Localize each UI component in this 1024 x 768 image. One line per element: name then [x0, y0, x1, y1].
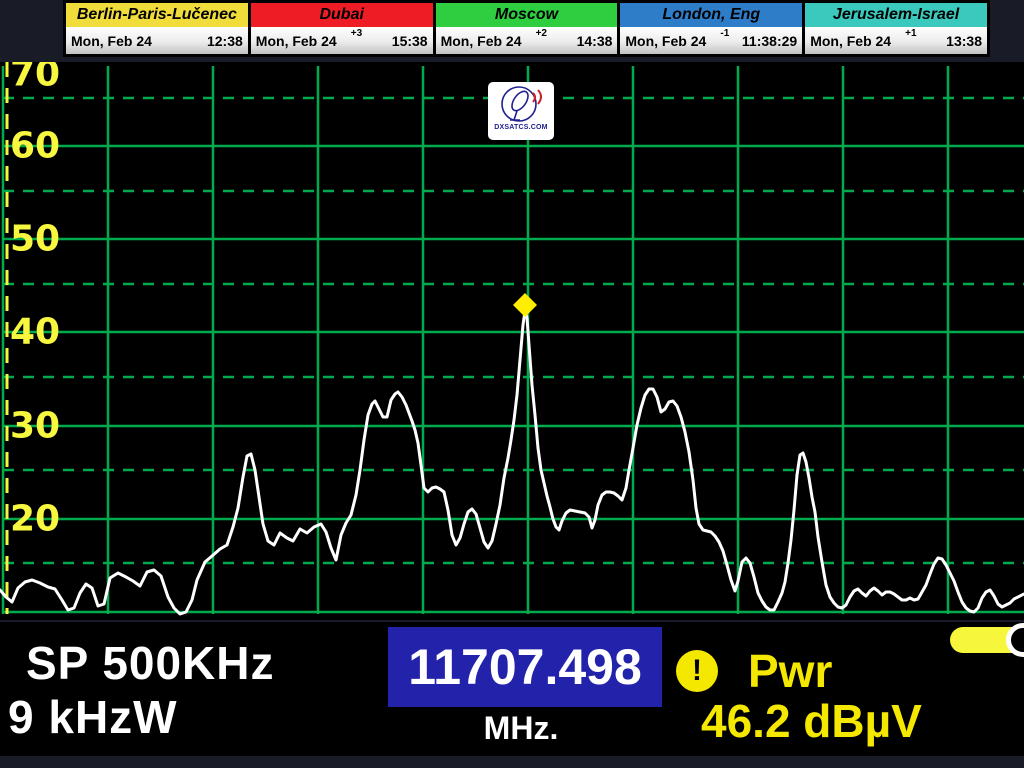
city-name: Moscow	[436, 3, 618, 27]
logo-text: DXSATCS.COM	[494, 124, 547, 132]
spectrum-display: 70 60 50 40 30 20 DXSATCS.COM	[0, 62, 1024, 620]
rbw-setting-label: 9 kHzW	[8, 690, 178, 744]
world-clock-bar: Berlin-Paris-Lučenec Mon, Feb 24 12:38 D…	[63, 0, 990, 57]
frequency-unit-label: MHz.	[426, 710, 616, 747]
city-date: Mon, Feb 24	[71, 33, 152, 49]
frequency-readout: 11707.498	[388, 627, 662, 707]
city-utc-offset: +1	[905, 28, 916, 39]
city-time: 13:38	[946, 33, 982, 49]
clock-city-berlin: Berlin-Paris-Lučenec Mon, Feb 24 12:38	[66, 3, 248, 54]
spectrum-plot: 70 60 50 40 30 20	[0, 62, 1024, 620]
clock-city-dubai: Dubai Mon, Feb 24 +3 15:38	[251, 3, 433, 54]
clock-city-london: London, Eng Mon, Feb 24 -1 11:38:29	[620, 3, 802, 54]
warning-icon: !	[676, 650, 718, 692]
city-utc-offset: +2	[536, 28, 547, 39]
readout-panel: SP 500KHz 9 kHzW 11707.498 MHz. ! Pwr 46…	[0, 622, 1024, 756]
y-axis-label: 60	[10, 126, 60, 167]
satellite-dish-icon	[493, 84, 549, 124]
clock-city-moscow: Moscow Mon, Feb 24 +2 14:38	[436, 3, 618, 54]
clock-city-jerusalem: Jerusalem-Israel Mon, Feb 24 +1 13:38	[805, 3, 987, 54]
city-date: Mon, Feb 24	[810, 33, 891, 49]
city-name: Jerusalem-Israel	[805, 3, 987, 27]
city-name: Dubai	[251, 3, 433, 27]
city-name: London, Eng	[620, 3, 802, 27]
y-axis-label: 40	[10, 312, 60, 353]
power-toggle[interactable]	[950, 627, 1024, 653]
power-value: 46.2 dBµV	[701, 694, 922, 748]
span-setting-label: SP 500KHz	[26, 636, 275, 690]
peak-marker-diamond[interactable]	[513, 293, 537, 317]
y-axis-label: 20	[10, 499, 60, 540]
meter-screen: Berlin-Paris-Lučenec Mon, Feb 24 12:38 D…	[0, 0, 1024, 768]
city-date: Mon, Feb 24	[625, 33, 706, 49]
city-date: Mon, Feb 24	[256, 33, 337, 49]
y-axis-label: 30	[10, 406, 60, 447]
y-axis-label: 70	[10, 62, 60, 95]
toggle-track	[950, 627, 1012, 653]
city-time: 11:38:29	[742, 33, 797, 49]
city-utc-offset: -1	[720, 28, 729, 39]
city-utc-offset: +3	[351, 28, 362, 39]
y-axis-label: 50	[10, 219, 60, 260]
dxsatcs-logo: DXSATCS.COM	[488, 82, 554, 140]
power-label: Pwr	[748, 644, 832, 698]
city-time: 14:38	[577, 33, 613, 49]
city-date: Mon, Feb 24	[441, 33, 522, 49]
city-time: 15:38	[392, 33, 428, 49]
spectrum-trace	[0, 311, 1024, 614]
city-name: Berlin-Paris-Lučenec	[66, 3, 248, 27]
city-time: 12:38	[207, 33, 243, 49]
